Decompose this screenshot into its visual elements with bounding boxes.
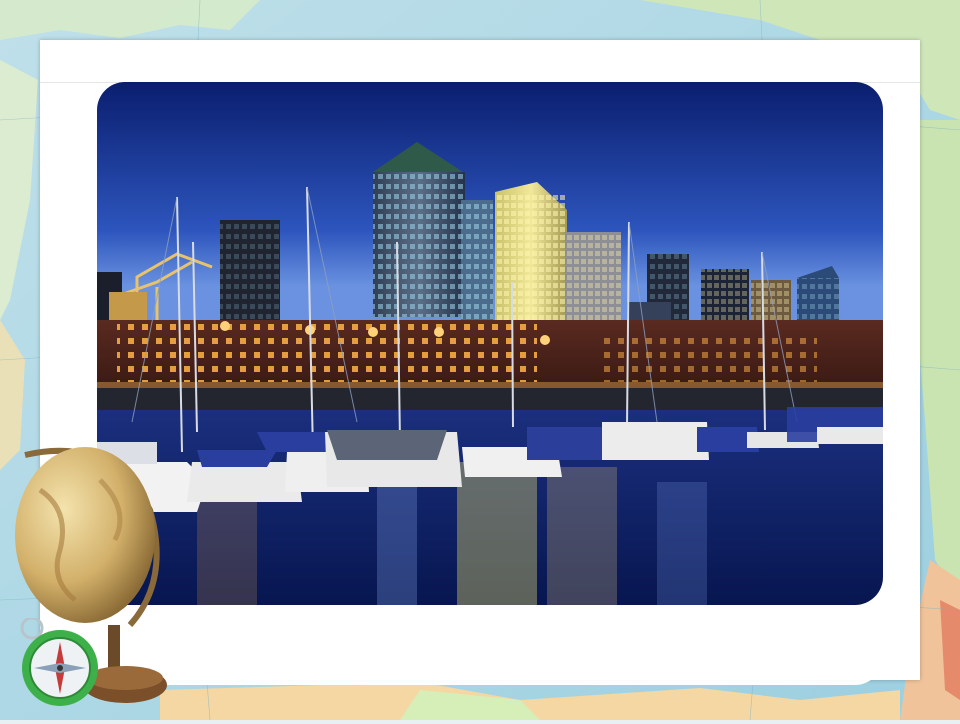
compass-icon [18,616,102,708]
harbor-photo [97,82,883,605]
photo-reflection [97,605,883,685]
reflection-fade [97,605,883,685]
